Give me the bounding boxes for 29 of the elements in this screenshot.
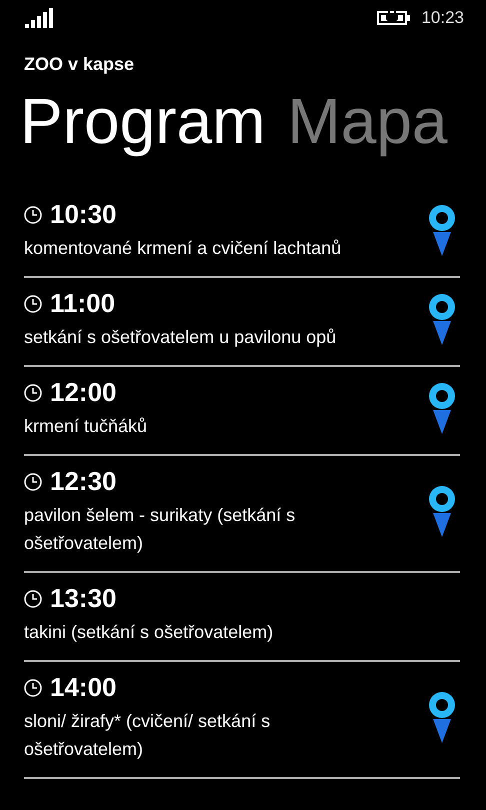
map-pin-icon[interactable]: [428, 382, 456, 436]
event-time: 12:00: [50, 377, 116, 408]
map-pin-icon[interactable]: [428, 484, 456, 538]
map-pin-icon[interactable]: [428, 292, 456, 346]
clock-time: 10:23: [421, 8, 464, 28]
clock-icon: [24, 678, 42, 696]
event-title: komentované krmení a cvičení lachtanů: [24, 237, 342, 260]
event-title: takini (setkání s ošetřovatelem): [24, 621, 274, 644]
map-pin-icon[interactable]: [428, 690, 456, 744]
pivot-header[interactable]: Program: [20, 79, 266, 163]
app-title: ZOO v kapse: [23, 53, 136, 75]
clock-icon: [24, 472, 42, 490]
event-title: krmení tučňáků: [24, 415, 148, 438]
event-title: setkání s ošetřovatelem u pavilonu opů: [24, 326, 338, 349]
clock-icon: [24, 590, 42, 608]
clock-icon: [24, 384, 42, 402]
event-time: 14:00: [50, 672, 116, 703]
event-time: 13:30: [50, 583, 116, 614]
event-time: 11:00: [50, 288, 116, 319]
clock-icon: [24, 294, 42, 312]
battery-charging-icon: [377, 10, 412, 26]
event-title: pavilon šelem - surikaty (setkání s ošetřovatelem): [24, 504, 296, 555]
map-pin-icon[interactable]: [428, 204, 456, 258]
event-time: 10:30: [50, 199, 116, 230]
signal-icon: [25, 8, 55, 28]
pivot-header[interactable]: Mapa: [287, 79, 448, 163]
clock-icon: [24, 206, 42, 224]
event-title: sloni/ žirafy* (cvičení/ setkání s ošetřovatelem): [24, 710, 272, 761]
event-time: 12:30: [50, 466, 116, 497]
